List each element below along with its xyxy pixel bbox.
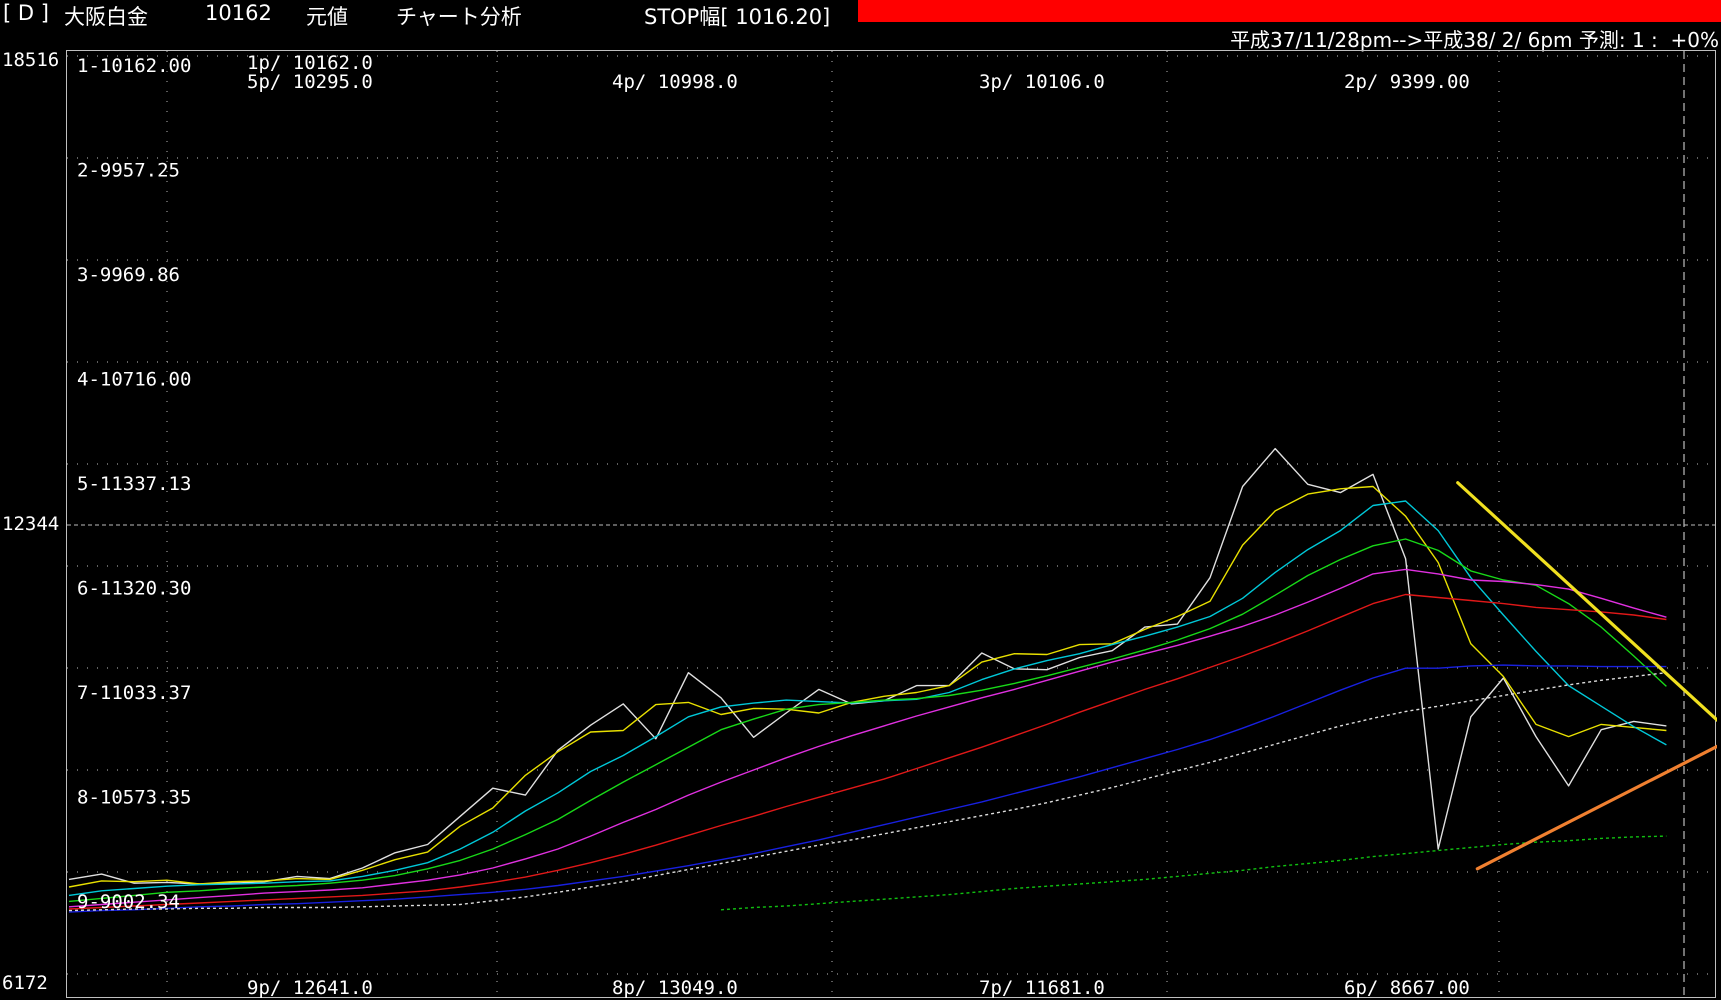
level-label-7: 7-11033.37 bbox=[77, 682, 191, 704]
series-line-3 bbox=[68, 538, 1667, 903]
series-line-8 bbox=[720, 835, 1667, 911]
top-annotation-1: 5p/ 10295.0 bbox=[247, 71, 373, 93]
series-line-4 bbox=[68, 568, 1667, 908]
level-label-2: 2-9957.25 bbox=[77, 160, 180, 182]
chart-area[interactable]: 1-10162.00 2-9957.25 3-9969.86 4-10716.00 5-… bbox=[66, 50, 1717, 999]
level-label-9: 9-9002.34 bbox=[77, 891, 180, 913]
y-axis-mid: 12344 bbox=[2, 513, 60, 535]
top-annotation-4: 2p/ 9399.00 bbox=[1344, 71, 1470, 93]
current-price: 10162 bbox=[205, 1, 272, 25]
bottom-annotation-3: 6p/ 8667.00 bbox=[1344, 977, 1470, 999]
level-label-1: 1-10162.00 bbox=[77, 55, 191, 77]
series-line-7 bbox=[68, 672, 1667, 912]
top-annotation-2: 4p/ 10998.0 bbox=[612, 71, 738, 93]
title-bar: [ D ] 大阪白金 10162 元値 チャート分析 STOP幅[ 1016.2… bbox=[0, 0, 1721, 29]
bottom-annotation-1: 8p/ 13049.0 bbox=[612, 977, 738, 999]
price-chart[interactable]: 1-10162.00 2-9957.25 3-9969.86 4-10716.00 5-… bbox=[67, 51, 1717, 999]
stop-width: STOP幅[ 1016.20] bbox=[644, 5, 831, 29]
bottom-annotation-2: 7p/ 11681.0 bbox=[979, 977, 1105, 999]
series-line-0 bbox=[68, 447, 1667, 885]
analysis-mode: チャート分析 bbox=[396, 5, 522, 29]
price-type: 元値 bbox=[306, 5, 348, 29]
instrument-name: 大阪白金 bbox=[64, 5, 148, 29]
level-label-5: 5-11337.13 bbox=[77, 473, 191, 495]
level-label-8: 8-10573.35 bbox=[77, 787, 191, 809]
stop-width-bar bbox=[858, 0, 1721, 22]
chart-mode-indicator[interactable]: [ D ] bbox=[3, 1, 49, 25]
top-annotation-3: 3p/ 10106.0 bbox=[979, 71, 1105, 93]
forecast-range: 平成37/11/28pm-->平成38/ 2/ 6pm 予測: 1 : +0% bbox=[1230, 28, 1719, 52]
y-axis-max: 18516 bbox=[2, 49, 60, 71]
level-label-4: 4-10716.00 bbox=[77, 369, 191, 391]
level-label-6: 6-11320.30 bbox=[77, 578, 191, 600]
trendline-1[interactable] bbox=[1475, 744, 1717, 871]
y-axis-min: 6172 bbox=[2, 972, 48, 994]
level-label-3: 3-9969.86 bbox=[77, 264, 180, 286]
bottom-annotation-0: 9p/ 12641.0 bbox=[247, 977, 373, 999]
